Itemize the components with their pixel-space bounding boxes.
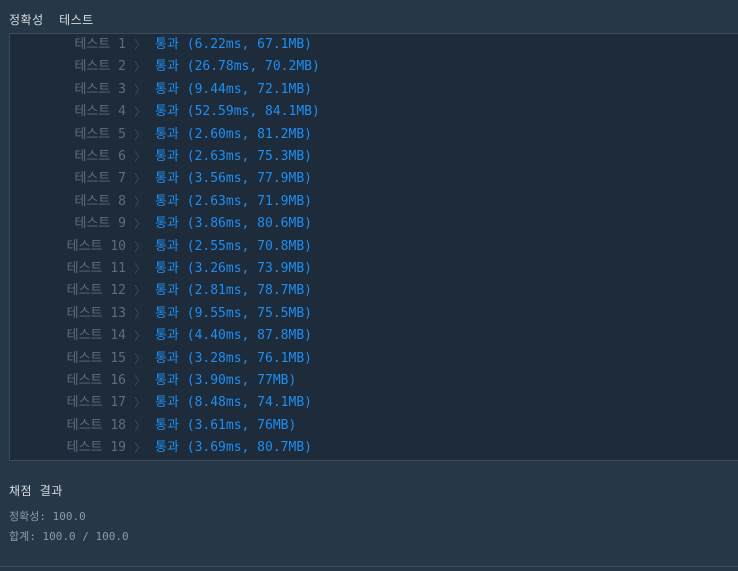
test-result: 통과 (2.60ms, 81.2MB) — [155, 126, 312, 142]
test-result: 통과 (8.48ms, 74.1MB) — [155, 395, 312, 411]
test-row: 테스트 19 〉 통과 (3.69ms, 80.7MB) — [10, 437, 738, 459]
test-result: 통과 (6.22ms, 67.1MB) — [155, 37, 312, 52]
test-label: 테스트 15 — [66, 350, 126, 366]
test-label: 테스트 3 — [74, 81, 126, 97]
test-result: 통과 (3.26ms, 73.9MB) — [155, 261, 312, 276]
test-label: 테스트 11 — [66, 261, 126, 276]
chevron-right-icon: 〉 — [134, 194, 147, 209]
test-label: 테스트 9 — [74, 216, 126, 232]
test-row: 테스트 5 〉 통과 (2.60ms, 81.2MB) — [10, 124, 738, 146]
test-row: 테스트 6 〉 통과 (2.63ms, 75.3MB) — [10, 146, 738, 168]
test-label: 테스트 12 — [66, 283, 126, 299]
test-label: 테스트 14 — [66, 328, 126, 344]
test-label: 테스트 18 — [66, 417, 126, 433]
chevron-right-icon: 〉 — [134, 329, 147, 344]
test-results-panel: 테스트 1 〉 통과 (6.22ms, 67.1MB) 테스트 2 〉 통과 (26.78… — [9, 33, 738, 461]
test-row: 테스트 8 〉 통과 (2.63ms, 71.9MB) — [10, 191, 738, 213]
test-row: 테스트 7 〉 통과 (3.56ms, 77.9MB) — [10, 168, 738, 190]
total-score: 합계: 100.0 / 100.0 — [9, 530, 129, 543]
test-label: 테스트 5 — [74, 126, 126, 142]
test-label: 테스트 19 — [66, 440, 126, 456]
chevron-right-icon: 〉 — [134, 82, 147, 97]
test-row: 테스트 18 〉 통과 (3.61ms, 76MB) — [10, 415, 738, 437]
test-result: 통과 (3.69ms, 80.7MB) — [155, 440, 312, 456]
test-result: 통과 (2.63ms, 71.9MB) — [155, 193, 312, 209]
test-row: 테스트 12 〉 통과 (2.81ms, 78.7MB) — [10, 280, 738, 302]
chevron-right-icon: 〉 — [134, 306, 147, 321]
chevron-right-icon: 〉 — [134, 284, 147, 299]
test-row: 테스트 2 〉 통과 (26.78ms, 70.2MB) — [10, 56, 738, 78]
bottom-divider — [0, 566, 738, 567]
test-result: 통과 (3.86ms, 80.6MB) — [155, 216, 312, 232]
test-row: 테스트 11 〉 통과 (3.26ms, 73.9MB) — [10, 258, 738, 280]
chevron-right-icon: 〉 — [134, 396, 147, 411]
grading-result-title: 채점 결과 — [9, 484, 63, 498]
test-label: 테스트 13 — [66, 305, 126, 321]
accuracy-score: 정확성: 100.0 — [9, 510, 86, 523]
test-label: 테스트 7 — [74, 171, 126, 187]
test-result: 통과 (4.40ms, 87.8MB) — [155, 328, 312, 344]
test-row: 테스트 4 〉 통과 (52.59ms, 84.1MB) — [10, 101, 738, 123]
test-row: 테스트 3 〉 통과 (9.44ms, 72.1MB) — [10, 79, 738, 101]
test-label: 테스트 6 — [74, 149, 126, 164]
accuracy-test-title: 정확성 테스트 — [9, 13, 94, 27]
test-label: 테스트 2 — [74, 59, 126, 75]
test-row: 테스트 17 〉 통과 (8.48ms, 74.1MB) — [10, 392, 738, 414]
test-result: 통과 (9.44ms, 72.1MB) — [155, 81, 312, 97]
chevron-right-icon: 〉 — [134, 105, 147, 120]
chevron-right-icon: 〉 — [134, 262, 147, 276]
chevron-right-icon: 〉 — [134, 127, 147, 142]
test-result: 통과 (52.59ms, 84.1MB) — [155, 104, 320, 120]
chevron-right-icon: 〉 — [134, 441, 147, 456]
test-row: 테스트 14 〉 통과 (4.40ms, 87.8MB) — [10, 325, 738, 347]
chevron-right-icon: 〉 — [134, 38, 147, 52]
test-result: 통과 (9.55ms, 75.5MB) — [155, 305, 312, 321]
test-label: 테스트 4 — [74, 104, 126, 120]
test-row: 테스트 15 〉 통과 (3.28ms, 76.1MB) — [10, 348, 738, 370]
chevron-right-icon: 〉 — [134, 351, 147, 366]
test-label: 테스트 8 — [74, 193, 126, 209]
chevron-right-icon: 〉 — [134, 217, 147, 232]
test-result: 통과 (26.78ms, 70.2MB) — [155, 59, 320, 75]
test-row: 테스트 10 〉 통과 (2.55ms, 70.8MB) — [10, 236, 738, 258]
test-result: 통과 (3.61ms, 76MB) — [155, 417, 297, 433]
test-result: 통과 (3.56ms, 77.9MB) — [155, 171, 312, 187]
chevron-right-icon: 〉 — [134, 150, 147, 164]
test-result: 통과 (2.63ms, 75.3MB) — [155, 149, 312, 164]
chevron-right-icon: 〉 — [134, 418, 147, 433]
test-row: 테스트 16 〉 통과 (3.90ms, 77MB) — [10, 370, 738, 392]
test-row: 테스트 1 〉 통과 (6.22ms, 67.1MB) — [10, 34, 738, 56]
chevron-right-icon: 〉 — [134, 239, 147, 254]
test-row: 테스트 13 〉 통과 (9.55ms, 75.5MB) — [10, 303, 738, 325]
chevron-right-icon: 〉 — [134, 374, 147, 388]
chevron-right-icon: 〉 — [134, 172, 147, 187]
test-label: 테스트 17 — [66, 395, 126, 411]
chevron-right-icon: 〉 — [134, 60, 147, 75]
test-result: 통과 (3.28ms, 76.1MB) — [155, 350, 312, 366]
test-label: 테스트 1 — [74, 37, 126, 52]
test-row: 테스트 9 〉 통과 (3.86ms, 80.6MB) — [10, 213, 738, 235]
test-result: 통과 (2.81ms, 78.7MB) — [155, 283, 312, 299]
test-label: 테스트 10 — [66, 238, 126, 254]
test-result: 통과 (3.90ms, 77MB) — [155, 373, 297, 388]
test-label: 테스트 16 — [66, 373, 126, 388]
test-result: 통과 (2.55ms, 70.8MB) — [155, 238, 312, 254]
